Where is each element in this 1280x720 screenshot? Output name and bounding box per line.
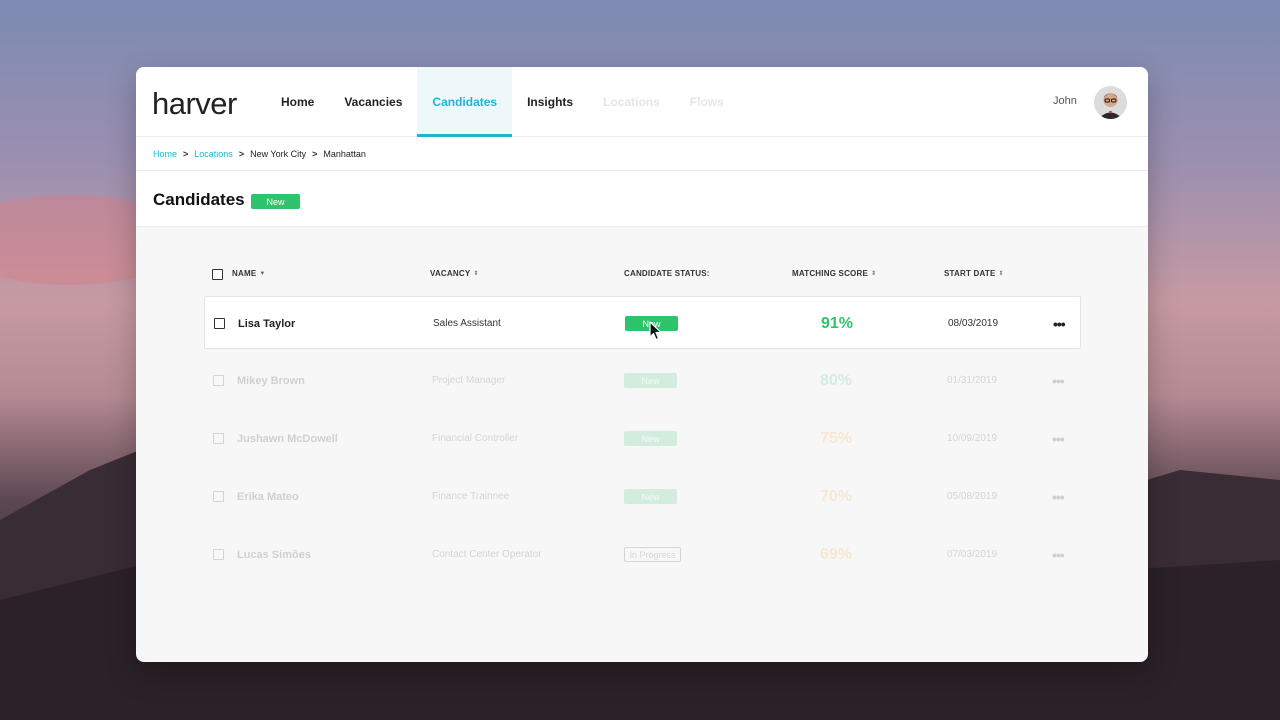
row-checkbox[interactable] [213,412,224,465]
user-avatar[interactable] [1094,86,1127,119]
candidate-name[interactable]: Lisa Taylor [238,297,295,350]
more-options-icon[interactable]: ••• [1053,297,1066,350]
table-row[interactable]: Erika Mateo Finance Trainnee New 70% 05/… [204,470,1081,523]
page-header: Candidates New [136,171,1148,227]
nav-item-vacancies[interactable]: Vacancies [329,67,417,137]
candidate-name[interactable]: Mikey Brown [237,354,305,407]
sort-icon: ⇕ [473,271,479,277]
candidate-vacancy: Finance Trainnee [432,491,510,502]
user-name[interactable]: John [1053,95,1077,107]
nav-item-locations[interactable]: Locations [588,67,675,137]
candidate-vacancy: Project Manager [432,375,506,386]
status-cell: New [624,412,677,465]
matching-score: 80% [820,371,853,389]
nav-item-home[interactable]: Home [266,67,329,137]
nav-item-insights[interactable]: Insights [512,67,588,137]
sort-down-icon: ▼ [259,270,266,277]
start-date: 05/08/2019 [947,491,998,502]
start-date: 01/31/2019 [947,375,998,386]
breadcrumb-separator: > [238,148,245,159]
status-badge[interactable]: New [624,431,677,446]
more-options-icon[interactable]: ••• [1052,470,1065,523]
table-row[interactable]: Mikey Brown Project Manager New 80% 01/3… [204,354,1081,407]
app-window: harver Home Vacancies Candidates Insight… [136,67,1148,662]
main-nav: Home Vacancies Candidates Insights Locat… [266,67,739,137]
row-checkbox[interactable] [213,528,224,581]
table-header: NAME ▼ VACANCY ⇕ CANDIDATE STATUS: MATCHIN… [204,269,1080,283]
select-all-checkbox[interactable] [212,269,223,280]
start-date: 10/09/2019 [947,433,998,444]
breadcrumb-separator: > [312,148,318,159]
breadcrumb: Home > Locations > New York City > Manha… [136,137,1148,171]
top-navigation-bar: harver Home Vacancies Candidates Insight… [136,67,1148,137]
breadcrumb-home[interactable]: Home [153,149,177,159]
status-badge[interactable]: New [624,373,677,388]
row-checkbox[interactable] [213,470,224,523]
column-header-vacancy[interactable]: VACANCY ⇕ [430,269,479,278]
harver-logo[interactable]: harver [152,86,237,122]
more-options-icon[interactable]: ••• [1052,528,1065,581]
table-row[interactable]: Lisa Taylor Sales Assistant New 91% 08/0… [204,296,1081,349]
candidate-name[interactable]: Lucas Simões [237,528,311,581]
nav-item-flows[interactable]: Flows [675,67,739,137]
status-cell: In Progress [624,528,681,581]
candidate-vacancy: Financial Controller [432,433,519,444]
column-header-score[interactable]: MATCHING SCORE ⇕ [792,269,876,278]
candidate-name[interactable]: Jushawn McDowell [237,412,338,465]
candidate-vacancy: Sales Assistant [433,318,501,329]
breadcrumb-new-york-city[interactable]: New York City [250,149,306,159]
column-header-name[interactable]: NAME ▼ [232,269,266,278]
more-options-icon[interactable]: ••• [1052,412,1065,465]
candidate-name[interactable]: Erika Mateo [237,470,299,523]
avatar-icon [1094,86,1127,119]
table-row[interactable]: Lucas Simões Contact Center Operator In … [204,528,1081,581]
status-cell: New [624,354,677,407]
row-checkbox[interactable] [214,297,225,350]
breadcrumb-separator: > [183,148,189,159]
sort-icon: ⇕ [998,271,1004,277]
matching-score: 91% [821,314,854,332]
start-date: 08/03/2019 [948,318,999,329]
start-date: 07/03/2019 [947,549,998,560]
column-header-start-date[interactable]: START DATE ⇕ [944,269,1004,278]
new-badge: New [251,194,300,209]
status-badge[interactable]: In Progress [624,547,681,562]
column-header-status[interactable]: CANDIDATE STATUS: [624,269,710,278]
matching-score: 69% [820,545,853,563]
status-cell: New [624,470,677,523]
status-badge[interactable]: New [624,489,677,504]
table-row[interactable]: Jushawn McDowell Financial Controller Ne… [204,412,1081,465]
nav-item-candidates[interactable]: Candidates [417,67,513,137]
matching-score: 75% [820,429,853,447]
page-title: Candidates [153,190,245,209]
sort-icon: ⇕ [870,271,877,277]
matching-score: 70% [820,487,853,505]
breadcrumb-manhattan: Manhattan [323,148,366,159]
candidate-vacancy: Contact Center Operator [432,549,542,560]
mouse-cursor-icon [649,321,662,341]
breadcrumb-locations[interactable]: Locations [194,149,233,159]
row-checkbox[interactable] [213,354,224,407]
more-options-icon[interactable]: ••• [1052,354,1065,407]
